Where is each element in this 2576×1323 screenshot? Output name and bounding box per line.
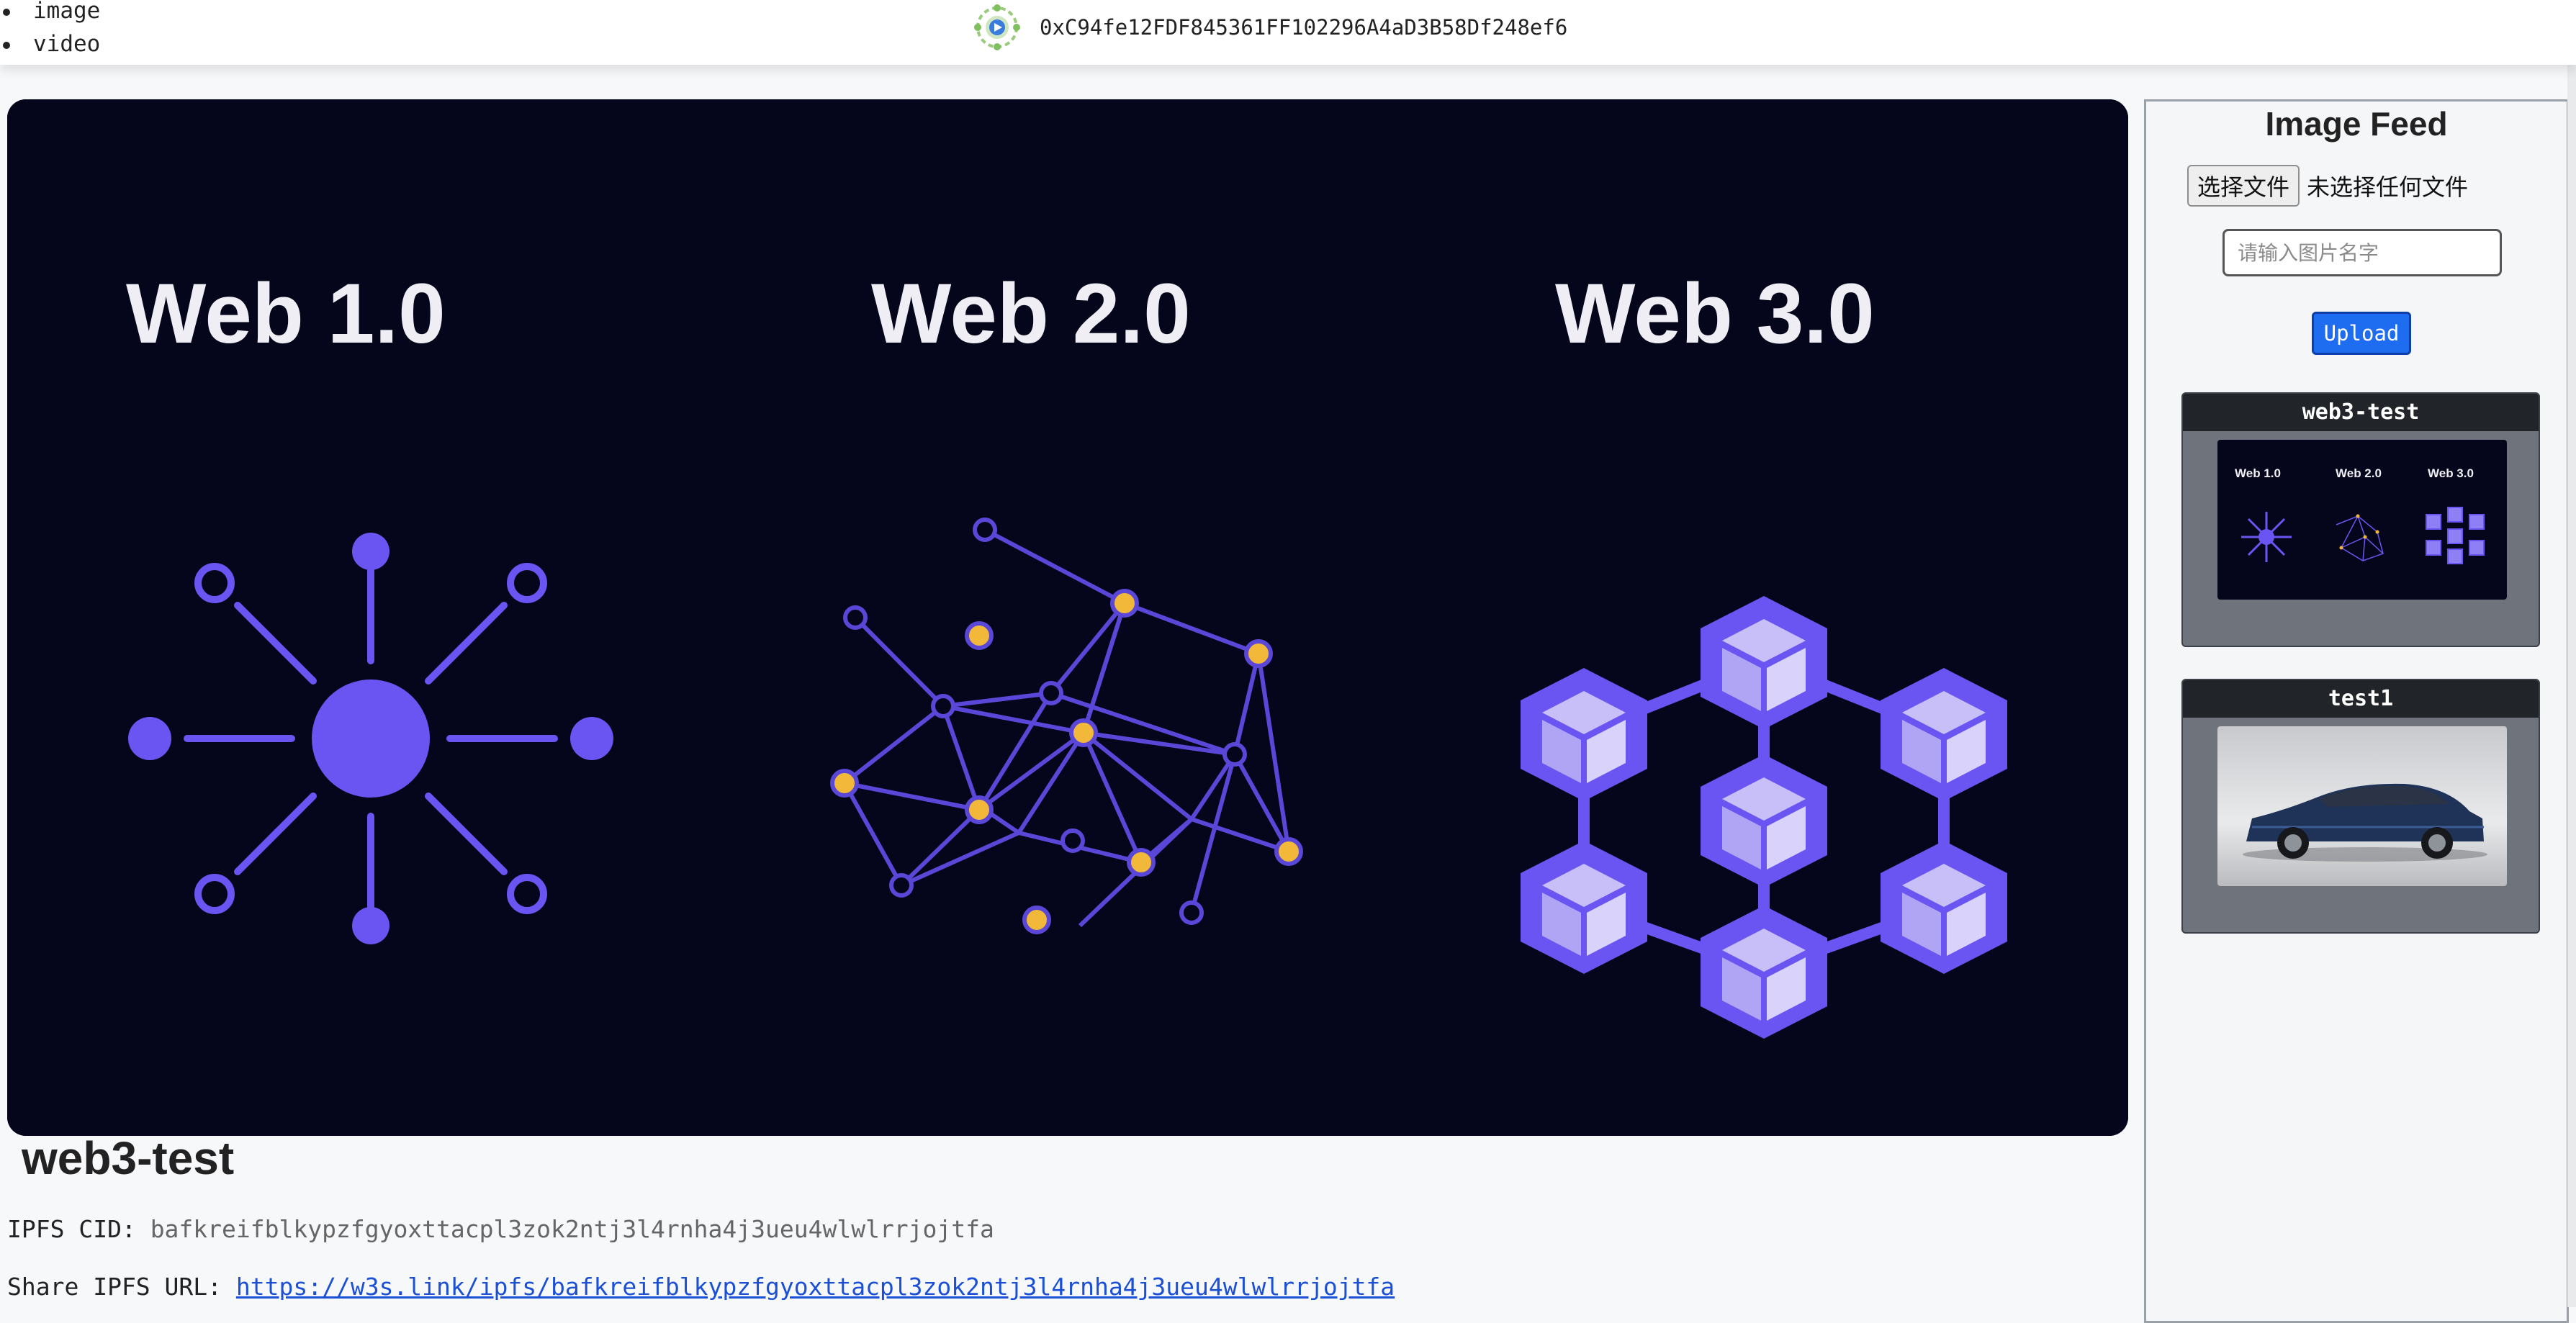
ipfs-share-link[interactable]: https://w3s.link/ipfs/bafkreifblkypzfgyo… [236,1273,1395,1301]
ipfs-url-row: Share IPFS URL: https://w3s.link/ipfs/ba… [7,1273,1395,1301]
web-evolution-thumbnail: Web 1.0 Web 2.0 Web 3.0 [2217,440,2507,600]
thumb-label-web3: Web 3.0 [2428,466,2474,480]
car-photo-thumbnail [2217,726,2507,886]
feed-card[interactable]: test1 [2181,679,2540,934]
feed-title: Image Feed [2265,105,2448,143]
media-item-image[interactable]: image [0,0,100,27]
wallet-address: 0xC94fe12FDF845361FF102296A4aD3B58Df248e… [1040,15,1568,40]
thumb-label-web2: Web 2.0 [2336,466,2382,480]
hero-label-web3: Web 3.0 [1555,266,1875,361]
wallet-logo-icon [974,4,1020,50]
ipfs-cid-label: IPFS CID: [7,1215,136,1243]
feed-card-title: web3-test [2183,394,2539,431]
web-evolution-image: Web 1.0 Web 2.0 Web 3.0 [7,99,2128,1136]
thumb-label-web1: Web 1.0 [2235,466,2281,480]
feed-card[interactable]: web3-test Web 1.0 Web 2.0 Web 3.0 [2181,392,2540,647]
feed-card-thumbnail: Web 1.0 Web 2.0 Web 3.0 [2217,440,2507,600]
top-bar: image video 0xC94fe12FDF845361FF102296A4… [0,0,2576,65]
ipfs-url-label: Share IPFS URL: [7,1273,222,1301]
centralized-network-icon [128,533,613,944]
main-image-viewer: Web 1.0 Web 2.0 Web 3.0 [7,99,2128,1136]
media-item-video[interactable]: video [0,27,100,60]
media-type-list: image video [0,0,100,60]
file-picker: 选择文件 未选择任何文件 [2187,165,2468,207]
account-info: 0xC94fe12FDF845361FF102296A4aD3B58Df248e… [973,4,1567,50]
image-title: web3-test [22,1132,235,1184]
feed-card-title: test1 [2183,680,2539,718]
feed-card-thumbnail [2217,726,2507,886]
hero-label-web2: Web 2.0 [871,266,1191,361]
file-status-text: 未选择任何文件 [2307,173,2469,201]
ipfs-cid-value: bafkreifblkypzfgyoxttacpl3zok2ntj3l4rnha… [150,1215,994,1243]
image-feed-sidebar: Image Feed 选择文件 未选择任何文件 Upload web3-test… [2144,99,2569,1323]
choose-file-button[interactable]: 选择文件 [2187,165,2300,207]
page-scrollbar[interactable] [2567,0,2576,1307]
upload-button[interactable]: Upload [2312,312,2411,355]
image-name-input[interactable] [2223,229,2502,276]
ipfs-cid-row: IPFS CID: bafkreifblkypzfgyoxttacpl3zok2… [7,1215,994,1243]
hero-label-web1: Web 1.0 [126,266,446,361]
